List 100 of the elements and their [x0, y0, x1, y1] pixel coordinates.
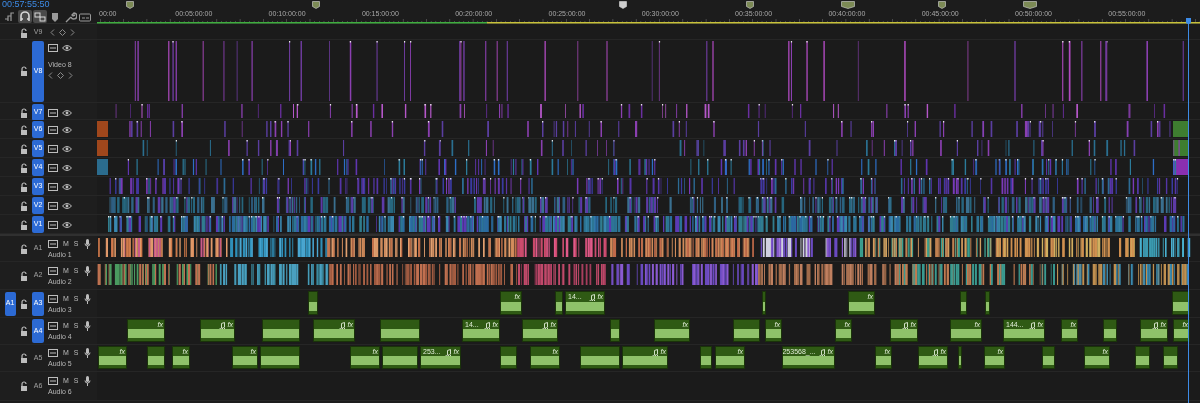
- audio-waveform: [314, 329, 354, 338]
- lock-icon[interactable]: [20, 270, 28, 281]
- microphone-icon[interactable]: [83, 293, 91, 304]
- marker-icon[interactable]: [126, 1, 134, 9]
- audio-waveform: [891, 329, 917, 338]
- lock-icon[interactable]: [20, 107, 28, 118]
- eye-icon[interactable]: [62, 182, 72, 191]
- marker-icon[interactable]: [938, 1, 946, 9]
- lock-icon[interactable]: [20, 219, 28, 230]
- audio-waveform: [128, 329, 164, 338]
- toggle-sync-lock-icon[interactable]: [48, 108, 58, 117]
- microphone-icon[interactable]: [83, 265, 91, 276]
- audio-waveform: [501, 302, 521, 311]
- lock-icon[interactable]: [20, 353, 28, 363]
- audio-waveform: [836, 329, 851, 338]
- eye-icon[interactable]: [62, 125, 72, 134]
- toggle-sync-lock-icon[interactable]: [48, 266, 58, 275]
- music-note-icon: [541, 321, 548, 329]
- toggle-sync-lock-icon[interactable]: [48, 239, 58, 248]
- audio-waveform: [1173, 302, 1189, 311]
- toggle-sync-lock-icon[interactable]: [48, 322, 58, 330]
- wrench-button[interactable]: [63, 10, 77, 23]
- lock-icon[interactable]: [20, 326, 28, 336]
- linked-selection-button[interactable]: [33, 10, 47, 23]
- audio-waveform: [849, 302, 874, 311]
- toggle-sync-lock-icon[interactable]: [48, 44, 58, 52]
- audio-waveform: [783, 356, 834, 365]
- audio-waveform: [1085, 356, 1109, 365]
- eye-icon[interactable]: [62, 108, 72, 117]
- music-note-icon: [651, 348, 658, 356]
- marker-icon[interactable]: [619, 1, 627, 9]
- marker-icon[interactable]: [746, 1, 754, 9]
- audio-waveform: [766, 329, 781, 338]
- snap-icon: [18, 10, 32, 23]
- eye-icon[interactable]: [62, 44, 72, 52]
- microphone-icon[interactable]: [83, 321, 91, 331]
- audio-waveform: [1062, 329, 1077, 338]
- lock-icon[interactable]: [20, 143, 28, 154]
- audio-waveform: [1136, 356, 1149, 365]
- toggle-sync-lock-icon[interactable]: [48, 125, 58, 134]
- audio-waveform: [1043, 356, 1054, 365]
- audio-waveform: [383, 356, 417, 365]
- lock-icon[interactable]: [20, 200, 28, 211]
- marker-icon[interactable]: [312, 1, 320, 9]
- lock-icon[interactable]: [20, 162, 28, 173]
- toggle-sync-lock-icon[interactable]: [48, 163, 58, 172]
- marker-icon[interactable]: [1023, 1, 1037, 9]
- toggle-sync-lock-icon[interactable]: [48, 144, 58, 153]
- audio-waveform: [581, 356, 619, 365]
- marker-icon[interactable]: [841, 1, 855, 9]
- audio-waveform: [876, 356, 891, 365]
- audio-waveform: [351, 356, 379, 365]
- music-note-icon: [338, 321, 345, 329]
- audio-waveform: [1104, 329, 1116, 338]
- lock-icon[interactable]: [20, 66, 28, 76]
- eye-icon[interactable]: [62, 144, 72, 153]
- timecode-display: 00:57:55:50: [1, 0, 51, 9]
- toggle-sync-lock-icon[interactable]: [48, 220, 58, 229]
- lock-icon[interactable]: [20, 243, 28, 254]
- lock-icon[interactable]: [20, 298, 28, 309]
- microphone-icon[interactable]: [83, 348, 91, 358]
- eye-icon[interactable]: [62, 163, 72, 172]
- lock-icon[interactable]: [20, 124, 28, 135]
- microphone-icon[interactable]: [83, 376, 91, 386]
- audio-waveform: [961, 302, 966, 311]
- toggle-sync-lock-icon[interactable]: [48, 182, 58, 191]
- lock-icon[interactable]: [20, 381, 28, 391]
- audio-waveform: [919, 356, 947, 365]
- audio-waveform: [701, 356, 711, 365]
- audio-waveform: [734, 329, 759, 338]
- linked-selection-icon: [33, 10, 47, 23]
- audio-waveform: [611, 329, 619, 338]
- add-keyframe-icon[interactable]: [57, 72, 64, 79]
- lock-icon[interactable]: [20, 181, 28, 192]
- audio-waveform: [623, 356, 667, 365]
- audio-waveform: [381, 329, 419, 338]
- eye-icon[interactable]: [62, 220, 72, 229]
- toggle-sync-lock-icon[interactable]: [48, 349, 58, 357]
- audio-waveform: [173, 356, 189, 365]
- add-keyframe-icon[interactable]: [59, 29, 66, 36]
- snap-button[interactable]: [18, 10, 32, 23]
- music-note-icon: [931, 348, 938, 356]
- toggle-sync-lock-icon[interactable]: [48, 294, 58, 303]
- lock-icon[interactable]: [20, 27, 28, 38]
- microphone-icon[interactable]: [83, 238, 91, 249]
- audio-waveform: [309, 302, 317, 311]
- music-note-icon: [218, 321, 225, 329]
- captions-button[interactable]: [78, 10, 92, 23]
- audio-waveform: [716, 356, 744, 365]
- eye-icon[interactable]: [62, 201, 72, 210]
- music-note-icon: [1028, 321, 1035, 329]
- toggle-sync-lock-icon[interactable]: [48, 377, 58, 385]
- music-note-icon: [483, 321, 490, 329]
- nest-button[interactable]: [3, 10, 17, 23]
- audio-waveform: [1141, 329, 1167, 338]
- toggle-sync-lock-icon[interactable]: [48, 201, 58, 210]
- audio-waveform: [263, 329, 299, 338]
- audio-waveform: [148, 356, 164, 365]
- music-note-icon: [818, 348, 825, 356]
- captions-icon: [78, 10, 92, 23]
